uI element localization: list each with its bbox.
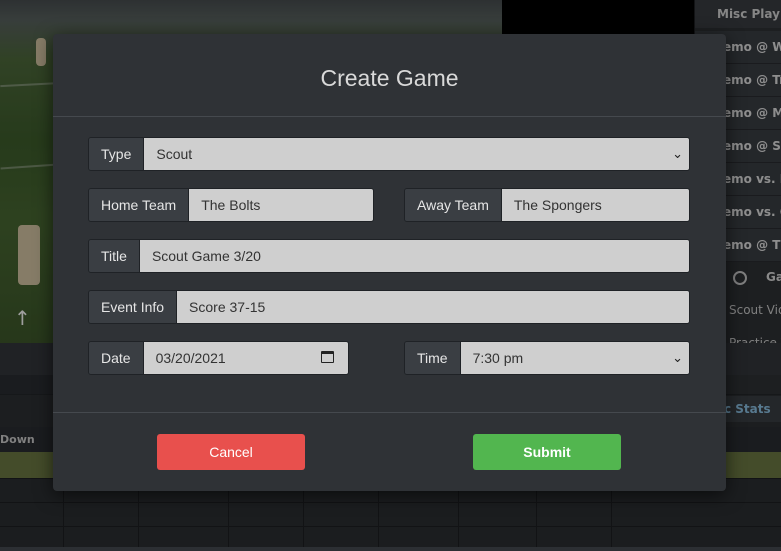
chevron-down-icon: ⌄ bbox=[672, 146, 683, 161]
away-team-label: Away Team bbox=[405, 189, 502, 221]
type-select-value: Scout bbox=[156, 146, 193, 162]
title-label: Title bbox=[89, 240, 140, 272]
title-input[interactable]: Scout Game 3/20 bbox=[139, 240, 689, 272]
home-team-field-group: Home Team The Bolts bbox=[88, 188, 374, 222]
time-field-group: Time 7:30 pm ⌄ bbox=[404, 341, 690, 375]
away-team-field-group: Away Team The Spongers bbox=[404, 188, 690, 222]
event-info-input[interactable]: Score 37-15 bbox=[177, 291, 689, 323]
create-game-dialog: Create Game Type Scout ⌄ Home Team The B… bbox=[53, 34, 726, 491]
date-field-group: Date 03/20/2021 bbox=[88, 341, 349, 375]
date-label: Date bbox=[89, 342, 144, 374]
away-team-input[interactable]: The Spongers bbox=[501, 189, 689, 221]
type-field-group: Type Scout ⌄ bbox=[88, 137, 690, 171]
submit-button[interactable]: Submit bbox=[473, 434, 621, 470]
home-team-input[interactable]: The Bolts bbox=[189, 189, 373, 221]
event-info-field-group: Event Info Score 37-15 bbox=[88, 290, 690, 324]
cancel-button[interactable]: Cancel bbox=[157, 434, 305, 470]
date-input-value: 03/20/2021 bbox=[155, 350, 226, 366]
dialog-title: Create Game bbox=[320, 65, 459, 91]
time-select[interactable]: 7:30 pm ⌄ bbox=[460, 342, 689, 374]
footer-divider bbox=[53, 412, 726, 413]
time-select-value: 7:30 pm bbox=[472, 350, 524, 366]
calendar-icon[interactable] bbox=[321, 351, 334, 363]
chevron-down-icon: ⌄ bbox=[672, 350, 683, 365]
type-select[interactable]: Scout ⌄ bbox=[144, 138, 689, 170]
type-label: Type bbox=[89, 138, 145, 170]
event-info-label: Event Info bbox=[89, 291, 178, 323]
title-field-group: Title Scout Game 3/20 bbox=[88, 239, 690, 273]
time-label: Time bbox=[405, 342, 461, 374]
home-team-label: Home Team bbox=[89, 189, 190, 221]
header-divider bbox=[53, 116, 726, 117]
date-input[interactable]: 03/20/2021 bbox=[143, 342, 348, 374]
